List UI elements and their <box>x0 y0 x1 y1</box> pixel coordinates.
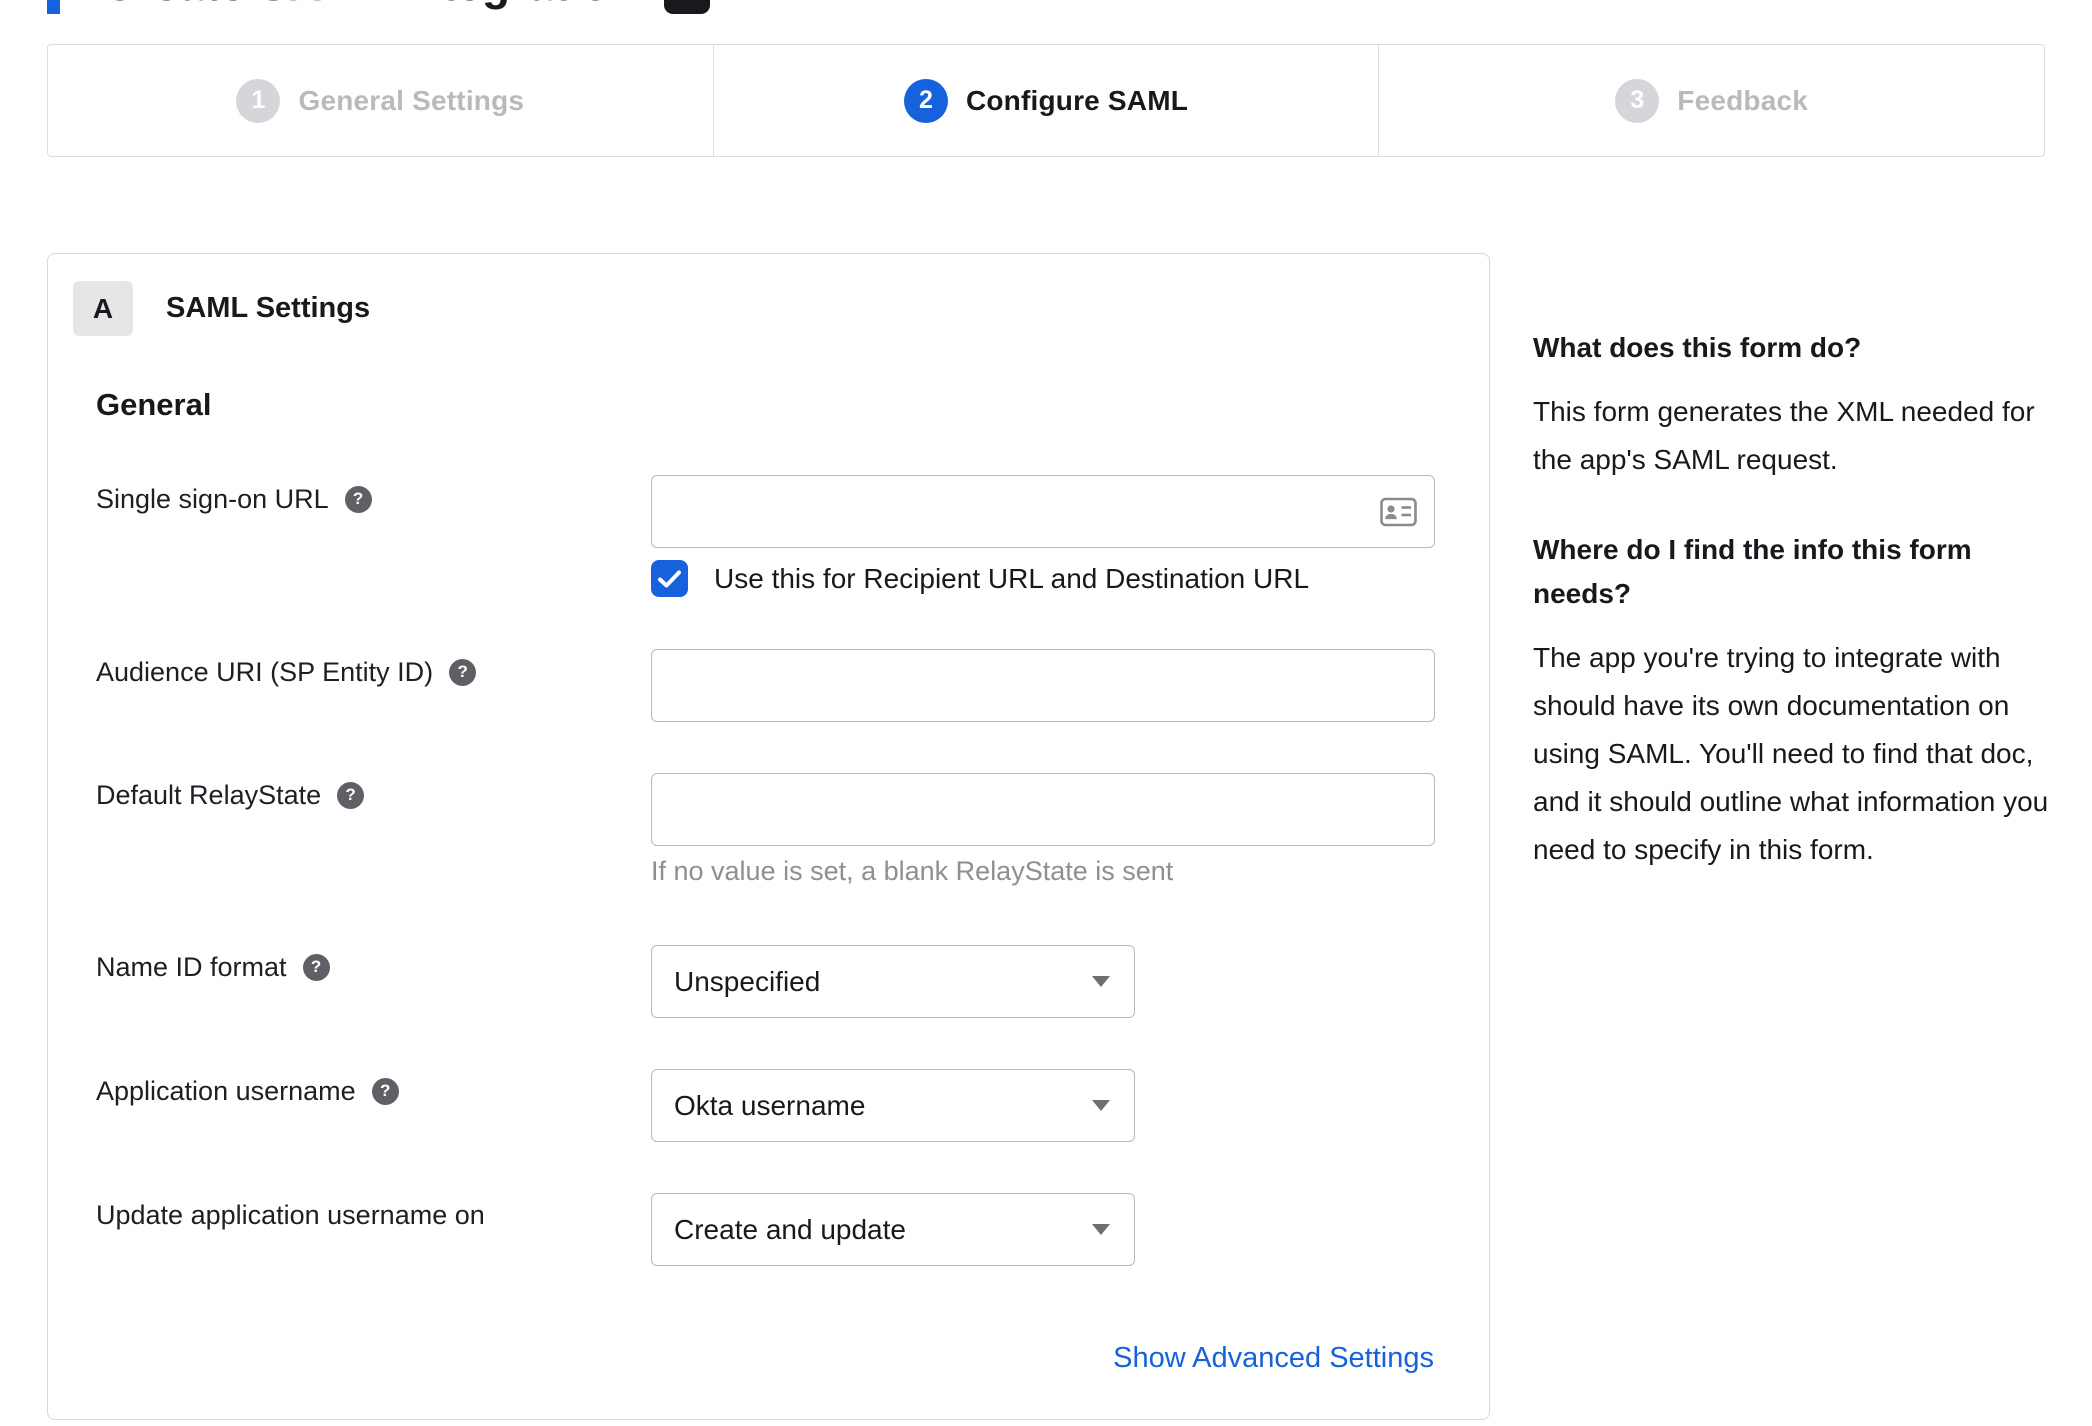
name-id-format-label-text: Name ID format <box>96 951 287 982</box>
update-username-select[interactable]: Create and update <box>651 1193 1135 1266</box>
update-username-label-text: Update application username on <box>96 1199 485 1230</box>
sso-url-label-text: Single sign-on URL <box>96 483 329 514</box>
audience-uri-label-text: Audience URI (SP Entity ID) <box>96 656 434 687</box>
name-id-format-label: Name ID format ? <box>96 950 330 984</box>
help-question-2-body: The app you're trying to integrate with … <box>1533 642 2049 865</box>
section-title: SAML Settings <box>166 292 371 324</box>
name-id-format-value: Unspecified <box>674 965 821 997</box>
recipient-destination-row: Use this for Recipient URL and Destinati… <box>651 560 1309 597</box>
sso-url-input[interactable] <box>651 475 1435 548</box>
show-advanced-settings-link[interactable]: Show Advanced Settings <box>1113 1342 1434 1375</box>
chevron-down-icon <box>1092 976 1110 987</box>
step-number-badge: 2 <box>903 78 948 123</box>
autofill-contact-icon[interactable] <box>1380 497 1417 526</box>
audience-uri-input-wrap <box>651 649 1435 722</box>
general-heading: General <box>96 387 212 422</box>
update-username-value: Create and update <box>674 1213 906 1245</box>
audience-uri-input[interactable] <box>651 649 1435 722</box>
sso-url-label: Single sign-on URL ? <box>96 482 372 516</box>
configure-saml-page: Create SAML Integration 1 General Settin… <box>0 0 2092 1426</box>
help-question-2-title: Where do I find the info this form needs… <box>1533 534 1972 609</box>
help-panel: What does this form do? This form genera… <box>1533 326 2051 918</box>
saml-settings-panel: A SAML Settings General Single sign-on U… <box>47 253 1490 1420</box>
relay-state-input[interactable] <box>651 773 1435 846</box>
checkmark-icon <box>658 570 681 587</box>
step-feedback: 3 Feedback <box>1378 45 2044 156</box>
relay-state-input-wrap <box>651 773 1435 846</box>
page-title: Create SAML Integration <box>102 0 638 14</box>
section-badge-a: A <box>73 281 133 336</box>
audience-uri-label: Audience URI (SP Entity ID) ? <box>96 655 477 689</box>
help-question-1-title: What does this form do? <box>1533 332 1862 363</box>
help-question-1-body: This form generates the XML needed for t… <box>1533 396 2035 475</box>
sso-url-input-wrap <box>651 475 1435 548</box>
application-username-value: Okta username <box>674 1089 866 1121</box>
page-title-clipped: Create SAML Integration <box>0 0 2092 15</box>
recipient-destination-checkbox-label[interactable]: Use this for Recipient URL and Destinati… <box>714 563 1309 595</box>
relay-state-label-text: Default RelayState <box>96 779 322 810</box>
step-label: General Settings <box>298 84 525 116</box>
step-label: Configure SAML <box>965 84 1189 116</box>
title-icon <box>663 0 710 14</box>
step-label: Feedback <box>1677 84 1809 116</box>
wizard-stepper: 1 General Settings 2 Configure SAML 3 Fe… <box>47 44 2045 157</box>
update-username-label: Update application username on <box>96 1198 485 1232</box>
relay-state-label: Default RelayState ? <box>96 778 365 812</box>
name-id-format-select[interactable]: Unspecified <box>651 945 1135 1018</box>
application-username-label-text: Application username <box>96 1075 356 1106</box>
relay-state-hint: If no value is set, a blank RelayState i… <box>651 856 1174 886</box>
help-icon[interactable]: ? <box>302 953 330 981</box>
chevron-down-icon <box>1092 1100 1110 1111</box>
help-icon[interactable]: ? <box>449 658 477 686</box>
application-username-select[interactable]: Okta username <box>651 1069 1135 1142</box>
title-accent-bar <box>47 0 60 14</box>
step-number-badge: 3 <box>1615 78 1660 123</box>
chevron-down-icon <box>1092 1224 1110 1235</box>
help-icon[interactable]: ? <box>337 781 365 809</box>
step-general-settings[interactable]: 1 General Settings <box>48 45 713 156</box>
recipient-destination-checkbox[interactable] <box>651 560 688 597</box>
help-icon[interactable]: ? <box>371 1077 399 1105</box>
application-username-label: Application username ? <box>96 1074 399 1108</box>
step-configure-saml[interactable]: 2 Configure SAML <box>712 45 1379 156</box>
help-icon[interactable]: ? <box>344 485 372 513</box>
step-number-badge: 1 <box>236 78 281 123</box>
